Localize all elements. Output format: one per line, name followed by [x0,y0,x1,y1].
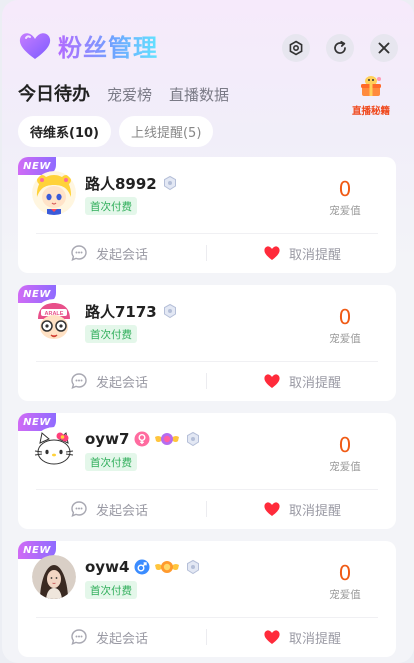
gift-box-icon [361,76,381,96]
settings-button[interactable] [282,34,310,62]
start-chat-label: 发起会话 [96,375,149,391]
first-payment-tag: 首次付费 [85,325,137,343]
heart-icon [264,374,280,388]
divider [36,233,378,234]
sailor-moon-avatar-icon [32,171,76,215]
cancel-reminder-button[interactable]: 取消提醒 [263,627,341,647]
fan-name[interactable]: 路人8992 [85,173,157,194]
refresh-button[interactable] [326,34,354,62]
photo-avatar-icon [32,555,76,599]
love-value-label: 宠爱值 [329,333,361,345]
love-value-number: 0 [338,177,352,201]
first-payment-tag: 首次付费 [85,453,137,471]
first-payment-tag: 首次付费 [85,581,137,599]
start-chat-button[interactable]: 发起会话 [70,371,148,391]
rank-shield-icon [187,559,200,575]
action-divider [206,245,207,261]
name-row: 路人8992 [85,173,178,193]
rank-shield-icon [163,303,176,319]
tab-love-ranking[interactable]: 宠爱榜 [107,84,152,105]
fan-management-panel: 粉丝管理 今日待办 宠爱榜 直播数据 直播秘籍 待维系(10) 上线提醒(5) … [2,0,414,663]
fan-name[interactable]: 路人7173 [85,301,157,322]
start-chat-button[interactable]: 发起会话 [70,243,148,263]
love-value: 0 宠爱值 [320,305,370,346]
chat-bubble-icon [71,501,87,517]
love-value-label: 宠爱值 [329,205,361,217]
fan-card: NEW oyw4 首次付费 0 宠爱值 发起会话 取消提醒 [18,541,396,657]
heart-logo-icon [19,32,51,59]
hello-kitty-avatar-icon [32,427,76,471]
refresh-icon [334,40,346,54]
love-value-number: 0 [338,561,352,585]
action-divider [206,373,207,389]
fan-card: NEW 路人8992 首次付费 0 宠爱值 发起会话 取消提醒 [18,157,396,273]
chat-bubble-icon [71,629,87,645]
female-icon [134,431,150,447]
fan-card: NEW oyw7 首次付费 0 宠爱值 发起会话 取消提醒 [18,413,396,529]
avatar[interactable] [32,427,76,471]
love-value: 0 宠爱值 [320,433,370,474]
heart-icon [264,502,280,516]
cancel-reminder-button[interactable]: 取消提醒 [263,499,341,519]
start-chat-label: 发起会话 [96,247,149,263]
heart-icon [264,630,280,644]
start-chat-button[interactable]: 发起会话 [70,499,148,519]
divider [36,361,378,362]
wing-badge-icon [155,433,180,445]
first-payment-tag: 首次付费 [85,197,137,215]
close-icon [378,42,390,54]
chip-online-reminder[interactable]: 上线提醒(5) [118,116,214,147]
name-row: oyw7 [85,429,201,449]
cancel-reminder-label: 取消提醒 [289,503,342,519]
love-value-number: 0 [338,305,352,329]
chip-to-maintain[interactable]: 待维系(10) [18,116,111,147]
fan-name[interactable]: oyw7 [85,430,129,448]
name-row: 路人7173 [85,301,178,321]
start-chat-label: 发起会话 [96,503,149,519]
fan-card: NEW ARALE 路人7173 首次付费 0 宠爱值 发起会话 取消提醒 [18,285,396,401]
avatar[interactable] [32,171,76,215]
page-title: 粉丝管理 [58,28,158,63]
action-divider [206,629,207,645]
male-icon [134,559,150,575]
love-value-number: 0 [338,433,352,457]
name-row: oyw4 [85,557,201,577]
cancel-reminder-button[interactable]: 取消提醒 [263,371,341,391]
wing-badge-icon [155,561,180,573]
love-value: 0 宠爱值 [320,177,370,218]
love-value-label: 宠爱值 [329,461,361,473]
cancel-reminder-label: 取消提醒 [289,631,342,647]
action-divider [206,501,207,517]
divider [36,489,378,490]
live-secrets-label: 直播秘籍 [351,106,390,117]
divider [36,617,378,618]
gear-icon [289,40,303,56]
close-button[interactable] [370,34,398,62]
arale-avatar-icon: ARALE [32,299,76,343]
start-chat-button[interactable]: 发起会话 [70,627,148,647]
love-value: 0 宠爱值 [320,561,370,602]
tab-bar: 今日待办 宠爱榜 直播数据 [18,80,246,106]
start-chat-label: 发起会话 [96,631,149,647]
avatar[interactable]: ARALE [32,299,76,343]
live-secrets-button[interactable]: 直播秘籍 [346,74,396,117]
rank-shield-icon [163,175,176,191]
chat-bubble-icon [71,245,87,261]
cancel-reminder-label: 取消提醒 [289,375,342,391]
love-value-label: 宠爱值 [329,589,361,601]
rank-shield-icon [187,431,200,447]
cancel-reminder-label: 取消提醒 [289,247,342,263]
tab-live-data[interactable]: 直播数据 [169,84,229,105]
avatar[interactable] [32,555,76,599]
filter-chips: 待维系(10) 上线提醒(5) [18,116,221,147]
fan-name[interactable]: oyw4 [85,558,129,576]
chat-bubble-icon [71,373,87,389]
brand: 粉丝管理 [18,28,158,63]
heart-icon [264,246,280,260]
tab-today-todo[interactable]: 今日待办 [18,80,90,106]
cancel-reminder-button[interactable]: 取消提醒 [263,243,341,263]
